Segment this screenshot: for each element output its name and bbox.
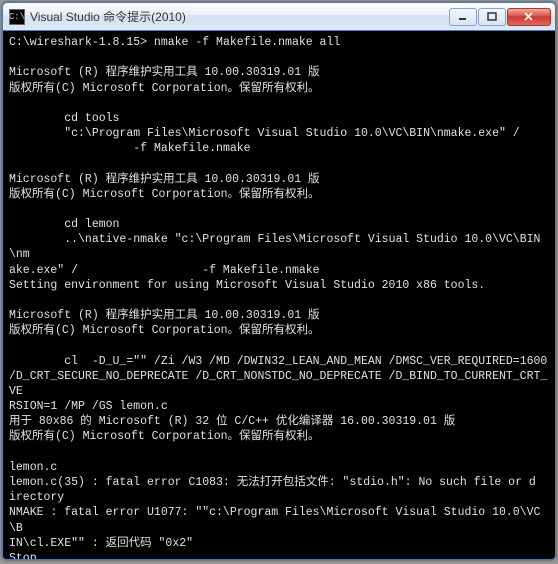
titlebar[interactable]: C:\ Visual Studio 命令提示(2010) <box>3 3 555 31</box>
console-window: C:\ Visual Studio 命令提示(2010) C:\wireshar… <box>2 2 556 560</box>
output-line: NMAKE : fatal error U1077: ""c:\Program … <box>9 506 540 534</box>
output-line: IN\cl.EXE"" : 返回代码 "0x2" <box>9 537 193 550</box>
output-line: 版权所有(C) Microsoft Corporation。保留所有权利。 <box>9 188 320 201</box>
window-title: Visual Studio 命令提示(2010) <box>30 8 449 25</box>
output-line: 版权所有(C) Microsoft Corporation。保留所有权利。 <box>9 82 320 95</box>
output-line: ake.exe" / -f Makefile.nmake <box>9 264 320 277</box>
minimize-button[interactable] <box>449 8 477 26</box>
output-line: 用于 80x86 的 Microsoft (R) 32 位 C/C++ 优化编译… <box>9 415 455 428</box>
output-line: irectory <box>9 491 64 504</box>
output-line: lemon.c(35) : fatal error C1083: 无法打开包括文… <box>9 476 536 489</box>
output-line: ..\native-nmake "c:\Program Files\Micros… <box>9 233 540 261</box>
output-line: -f Makefile.nmake <box>9 142 251 155</box>
output-line: cd tools <box>9 112 119 125</box>
output-line: Microsoft (R) 程序维护实用工具 10.00.30319.01 版 <box>9 309 320 322</box>
terminal-output[interactable]: C:\wireshark-1.8.15> nmake -f Makefile.n… <box>3 31 555 559</box>
maximize-button[interactable] <box>478 8 506 26</box>
output-line: cl -D_U_="" /Zi /W3 /MD /DWIN32_LEAN_AND… <box>9 355 547 368</box>
output-line: Microsoft (R) 程序维护实用工具 10.00.30319.01 版 <box>9 173 320 186</box>
output-line: cd lemon <box>9 218 119 231</box>
window-controls <box>449 8 551 26</box>
output-line: 版权所有(C) Microsoft Corporation。保留所有权利。 <box>9 430 320 443</box>
output-line: 版权所有(C) Microsoft Corporation。保留所有权利。 <box>9 324 320 337</box>
output-line: /D_CRT_SECURE_NO_DEPRECATE /D_CRT_NONSTD… <box>9 370 547 398</box>
command-text: nmake -f Makefile.nmake all <box>147 36 340 49</box>
prompt: C:\wireshark-1.8.15> <box>9 36 147 49</box>
output-line: Microsoft (R) 程序维护实用工具 10.00.30319.01 版 <box>9 66 320 79</box>
output-line: "c:\Program Files\Microsoft Visual Studi… <box>9 127 520 140</box>
output-line: lemon.c <box>9 461 57 474</box>
close-button[interactable] <box>507 8 551 26</box>
output-line: Setting environment for using Microsoft … <box>9 279 485 292</box>
output-line: Stop. <box>9 552 44 559</box>
output-line: RSION=1 /MP /GS lemon.c <box>9 400 168 413</box>
app-icon: C:\ <box>9 9 25 25</box>
